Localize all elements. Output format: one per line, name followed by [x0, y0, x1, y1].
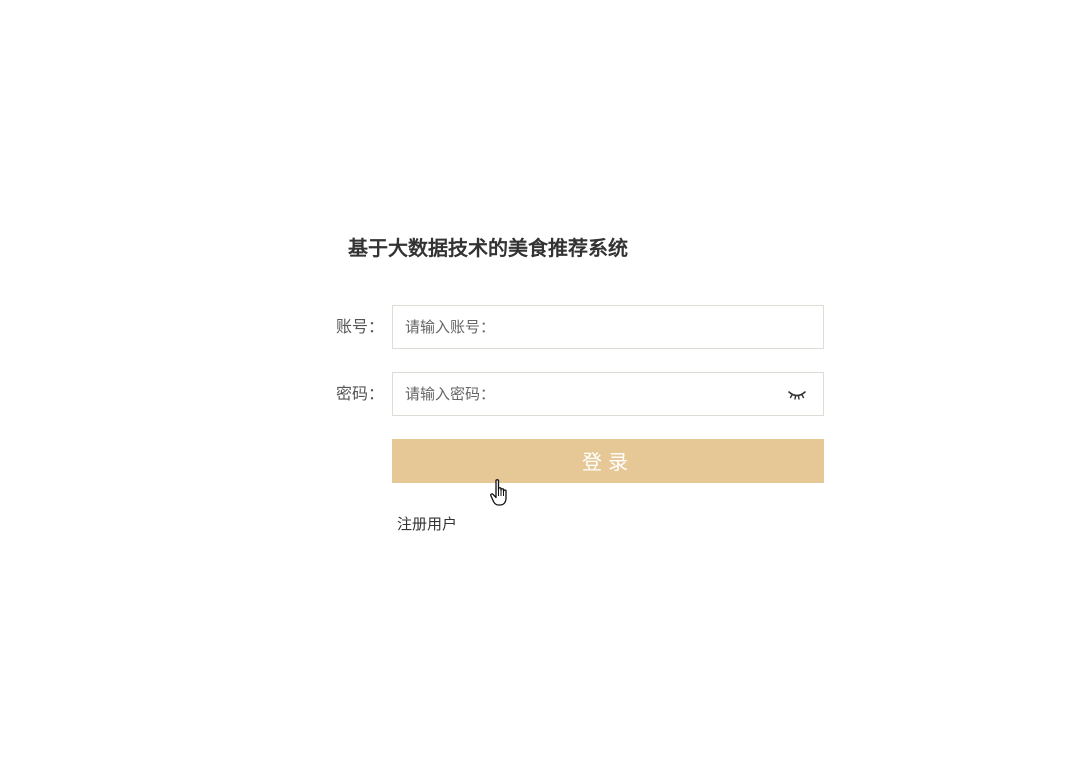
account-label: 账号： [336, 317, 385, 336]
page-title: 基于大数据技术的美食推荐系统 [348, 236, 628, 260]
password-input[interactable] [393, 373, 823, 415]
password-field-box [392, 372, 824, 416]
register-link[interactable]: 注册用户 [397, 513, 457, 535]
login-page: 基于大数据技术的美食推荐系统 账号： 密码： 登录 注册用户 [0, 0, 1092, 769]
login-button[interactable]: 登录 [392, 439, 824, 483]
account-input[interactable] [393, 306, 823, 348]
eye-closed-icon[interactable] [787, 387, 807, 403]
account-field-box [392, 305, 824, 349]
password-label: 密码： [336, 384, 385, 403]
